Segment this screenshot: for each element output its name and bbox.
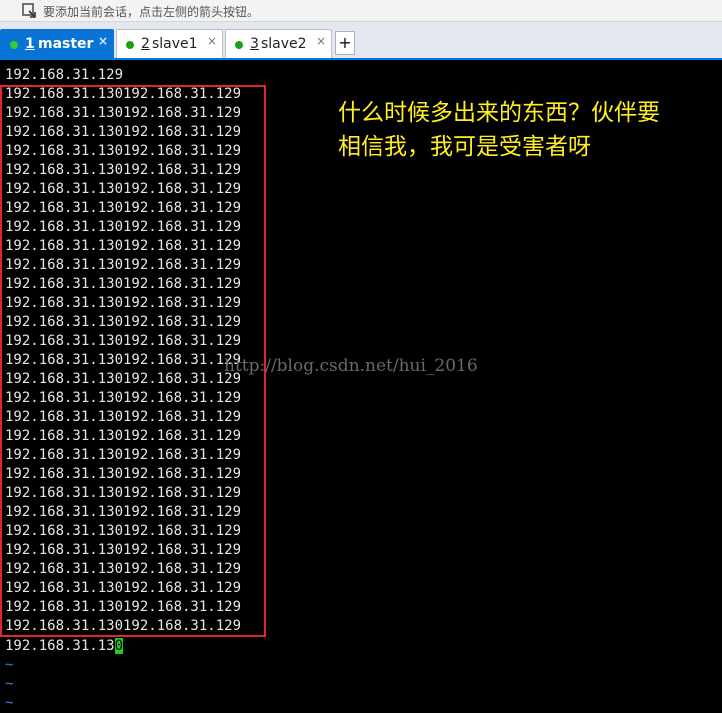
terminal-line-cursor: 192.168.31.130 [5,637,124,656]
tab-label: slave1 [152,36,198,52]
tab-slave1[interactable]: 2 slave1 × [116,29,223,58]
connected-status-icon [126,41,134,49]
tab-label: master [38,36,94,52]
tab-slave2[interactable]: 3 slave2 × [225,29,332,58]
add-tab-button[interactable]: + [335,31,355,55]
tab-number: 1 [25,36,35,52]
close-icon[interactable]: × [207,34,217,48]
last-line-text: 192.168.31.13 [5,638,115,654]
empty-line-marker: ~ [5,657,14,673]
terminal-line: 192.168.31.129 [5,67,124,83]
session-hint-bar: 要添加当前会话，点击左侧的箭头按钮。 [0,0,722,22]
empty-line-marker: ~ [5,695,14,711]
session-hint-text: 要添加当前会话，点击左侧的箭头按钮。 [43,5,260,19]
close-icon[interactable]: × [98,34,108,48]
tab-bar: 1 master × 2 slave1 × 3 slave2 × [0,22,722,60]
annotation-line: 什么时候多出来的东西？伙伴要 [338,100,660,126]
tab-label: slave2 [261,36,307,52]
tab-number: 2 [141,36,150,52]
session-arrow-icon[interactable] [20,3,36,19]
text-cursor: 0 [114,638,124,654]
watermark-text: http://blog.csdn.net/hui_2016 [224,356,478,376]
annotation-line: 相信我，我可是受害者呀 [338,134,591,160]
annotation-text: 什么时候多出来的东西？伙伴要 相信我，我可是受害者呀 [338,96,660,164]
tab-master[interactable]: 1 master × [0,29,114,58]
close-icon[interactable]: × [316,34,326,48]
empty-line-marker: ~ [5,676,14,692]
connected-status-icon [235,41,243,49]
connected-status-icon [10,41,18,49]
tab-number: 3 [250,36,259,52]
